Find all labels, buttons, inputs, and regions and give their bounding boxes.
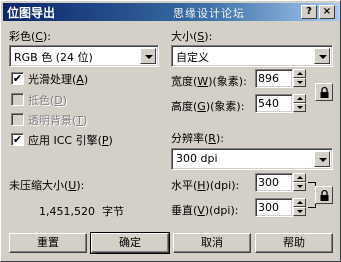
color-mode-value: RGB 色 (24 位) [14,51,93,64]
reset-button[interactable]: 重置 [9,233,87,253]
width-value: 896 [258,72,279,85]
color-mode-select[interactable]: RGB 色 (24 位) [9,45,159,67]
horizontal-dpi-label: 水平(H)(dpi): [171,179,240,192]
resolution-label: 分辨率(R): [171,132,224,145]
resolution-dropdown-button[interactable] [314,151,330,167]
vertical-dpi-label: 垂直(V)(dpi): [171,204,239,217]
horizontal-dpi-spinner[interactable] [293,173,306,192]
height-input[interactable]: 540 [255,94,293,113]
width-spinner[interactable] [293,69,306,88]
height-label: 高度(G)(象素): [171,100,245,113]
size-value: 自定义 [176,51,209,64]
height-up-arrow-icon[interactable] [293,94,306,103]
uncompressed-size-label: 未压缩大小(U): [9,179,85,192]
title-bar[interactable]: 位图导出 思缘设计论坛 ? × [3,3,339,21]
transparent-bg-checkbox[interactable] [11,113,24,126]
size-label: 大小(S): [171,30,213,43]
horizontal-up-arrow-icon[interactable] [293,173,306,182]
vertical-down-arrow-icon[interactable] [293,207,306,216]
smoothing-label: 光滑处理(A) [28,73,89,86]
resolution-value: 300 dpi [176,152,218,165]
size-dropdown-button[interactable] [314,48,330,64]
vertical-up-arrow-icon[interactable] [293,198,306,207]
horizontal-dpi-input[interactable]: 300 [255,173,293,192]
smoothing-checkbox[interactable]: ✔ [11,72,24,85]
dialog-title: 位图导出 [7,6,56,20]
height-value: 540 [258,97,279,110]
icc-engine-checkbox[interactable]: ✔ [11,133,24,146]
height-spinner[interactable] [293,94,306,113]
ok-button[interactable]: 确定 [90,232,170,254]
dpi-lock-button[interactable] [315,186,333,204]
bitmap-export-dialog: 位图导出 思缘设计论坛 ? × 彩色(C): RGB 色 (24 位) 大小(S… [0,0,341,262]
help-title-button[interactable]: ? [301,5,317,19]
watermark-text: 思缘设计论坛 [173,7,245,20]
resolution-select[interactable]: 300 dpi [171,148,333,170]
dither-checkbox[interactable] [11,93,24,106]
transparent-bg-label: 透明背景(T) [28,114,88,127]
aspect-lock-button[interactable] [315,83,333,101]
color-mode-dropdown-button[interactable] [140,48,156,64]
icc-engine-label: 应用 ICC 引擎(P) [28,134,113,147]
width-input[interactable]: 896 [255,69,293,88]
height-down-arrow-icon[interactable] [293,103,306,112]
cancel-button[interactable]: 取消 [173,233,251,253]
width-down-arrow-icon[interactable] [293,78,306,87]
uncompressed-size-value: 1,451,520 字节 [39,205,124,218]
help-button[interactable]: 帮助 [255,233,333,253]
vertical-dpi-value: 300 [258,201,279,214]
width-up-arrow-icon[interactable] [293,69,306,78]
close-title-button[interactable]: × [319,5,335,19]
lock-icon [320,189,329,201]
dither-label: 抵色(D) [28,94,68,107]
vertical-dpi-spinner[interactable] [293,198,306,217]
lock-icon [320,86,329,98]
size-select[interactable]: 自定义 [171,45,333,67]
width-label: 宽度(W)(象素): [171,75,247,88]
vertical-dpi-input[interactable]: 300 [255,198,293,217]
horizontal-dpi-value: 300 [258,176,279,189]
color-label: 彩色(C): [9,30,51,43]
horizontal-down-arrow-icon[interactable] [293,182,306,191]
